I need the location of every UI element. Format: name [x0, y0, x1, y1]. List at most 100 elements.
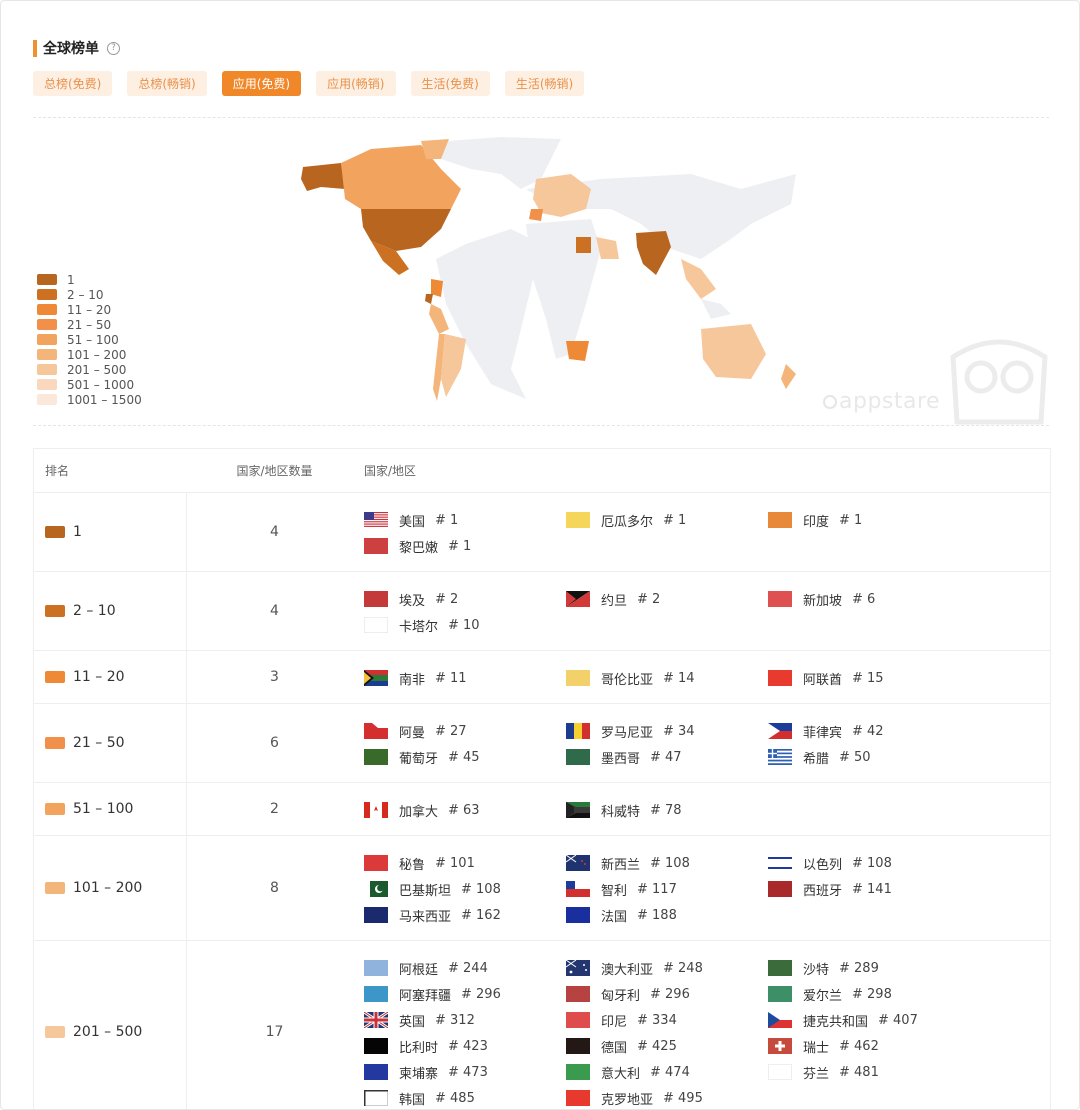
country-rank: # 63: [448, 802, 480, 818]
country-rank: # 10: [448, 617, 480, 633]
country-item-gr[interactable]: 希腊 # 50: [768, 744, 970, 770]
table-row: 201 – 500 17 阿根廷 # 244 澳大利亚 # 248 沙特 # 289 阿塞拜疆 #…: [34, 941, 1050, 1109]
country-item-kr[interactable]: 韩国 # 485: [364, 1085, 566, 1109]
country-item-kh[interactable]: 柬埔寨 # 473: [364, 1059, 566, 1085]
country-list-cell: 阿曼 # 27 罗马尼亚 # 34 菲律宾 # 42 葡萄牙 # 45 墨西哥 # 47 希腊 # 5…: [362, 704, 1050, 782]
country-item-lb[interactable]: 黎巴嫩 # 1: [364, 533, 566, 559]
country-item-pk[interactable]: 巴基斯坦 # 108: [364, 876, 566, 902]
country-rank: # 117: [637, 881, 677, 897]
country-item-be[interactable]: 比利时 # 423: [364, 1033, 566, 1059]
legend-item: 201 – 500: [37, 362, 142, 377]
country-item-ar[interactable]: 阿根廷 # 244: [364, 955, 566, 981]
country-item-ie[interactable]: 爱尔兰 # 298: [768, 981, 970, 1007]
country-item-sg[interactable]: 新加坡 # 6: [768, 586, 970, 612]
world-map[interactable]: [271, 129, 831, 421]
country-item-us[interactable]: 美国 # 1: [364, 507, 566, 533]
country-item-ec[interactable]: 厄瓜多尔 # 1: [566, 507, 768, 533]
ranking-table: 排名 国家/地区数量 国家/地区 1 4 美国 # 1 厄瓜多尔 # 1 印度 # 1 黎巴嫩 #…: [33, 448, 1051, 1109]
country-name: 法国: [601, 909, 628, 925]
country-item-qa[interactable]: 卡塔尔 # 10: [364, 612, 566, 638]
header-rank: 排名: [45, 464, 70, 478]
country-name: 黎巴嫩: [399, 540, 439, 556]
tab-5[interactable]: 生活(畅销): [504, 71, 585, 96]
flag-ca-icon: [364, 802, 388, 818]
legend-label: 501 – 1000: [67, 377, 135, 392]
country-item-my[interactable]: 马来西亚 # 162: [364, 902, 566, 928]
legend-swatch: [37, 334, 57, 345]
country-item-sa[interactable]: 沙特 # 289: [768, 955, 970, 981]
country-item-om[interactable]: 阿曼 # 27: [364, 718, 566, 744]
flag-kw-icon: [566, 802, 590, 818]
country-list-cell: 美国 # 1 厄瓜多尔 # 1 印度 # 1 黎巴嫩 # 1: [362, 493, 1050, 571]
flag-za-icon: [364, 670, 388, 686]
legend-label: 1001 – 1500: [67, 392, 142, 407]
country-item-il[interactable]: 以色列 # 108: [768, 850, 970, 876]
country-item-az[interactable]: 阿塞拜疆 # 296: [364, 981, 566, 1007]
country-item-jo[interactable]: 约旦 # 2: [566, 586, 768, 612]
tab-3[interactable]: 应用(畅销): [316, 71, 396, 96]
flag-es-icon: [768, 881, 792, 897]
flag-eg-icon: [364, 591, 388, 607]
country-name: 巴基斯坦: [399, 883, 452, 899]
country-item-ca[interactable]: 加拿大 # 63: [364, 797, 566, 823]
rank-label: 51 – 100: [73, 801, 134, 817]
country-name: 阿曼: [399, 725, 426, 741]
tab-0[interactable]: 总榜(免费): [33, 71, 113, 96]
country-item-gb[interactable]: 英国 # 312: [364, 1007, 566, 1033]
watermark: appstare: [823, 389, 940, 414]
flag-ph-icon: [768, 723, 792, 739]
country-name: 澳大利亚: [601, 962, 654, 978]
country-item-fr[interactable]: 法国 # 188: [566, 902, 768, 928]
country-item-au[interactable]: 澳大利亚 # 248: [566, 955, 768, 981]
flag-my-icon: [364, 907, 388, 923]
country-item-de[interactable]: 德国 # 425: [566, 1033, 768, 1059]
country-name: 英国: [399, 1014, 426, 1030]
country-item-nz[interactable]: 新西兰 # 108: [566, 850, 768, 876]
country-item-es[interactable]: 西班牙 # 141: [768, 876, 970, 902]
flag-co-icon: [566, 670, 590, 686]
country-item-kw[interactable]: 科威特 # 78: [566, 797, 768, 823]
country-item-pt[interactable]: 葡萄牙 # 45: [364, 744, 566, 770]
table-row: 11 – 20 3 南非 # 11 哥伦比亚 # 14 阿联酋 # 15: [34, 651, 1050, 704]
tab-4[interactable]: 生活(免费): [410, 71, 490, 96]
legend-item: 1001 – 1500: [37, 392, 142, 407]
country-item-cl[interactable]: 智利 # 117: [566, 876, 768, 902]
country-rank: # 34: [663, 723, 695, 739]
country-name: 卡塔尔: [399, 619, 439, 635]
country-item-ae[interactable]: 阿联酋 # 15: [768, 665, 970, 691]
map-region-south-africa: [566, 341, 589, 361]
rank-color-swatch: [45, 1026, 65, 1038]
country-item-hr[interactable]: 克罗地亚 # 495: [566, 1085, 768, 1109]
country-item-co[interactable]: 哥伦比亚 # 14: [566, 665, 768, 691]
country-item-hu[interactable]: 匈牙利 # 296: [566, 981, 768, 1007]
rank-label: 21 – 50: [73, 735, 125, 751]
country-name: 印尼: [601, 1014, 628, 1030]
country-rank: # 296: [650, 986, 690, 1002]
tab-1[interactable]: 总榜(畅销): [127, 71, 207, 96]
rank-color-swatch: [45, 803, 65, 815]
country-rank: # 188: [637, 907, 677, 923]
country-item-cz[interactable]: 捷克共和国 # 407: [768, 1007, 970, 1033]
country-item-mx[interactable]: 墨西哥 # 47: [566, 744, 768, 770]
country-item-ch[interactable]: 瑞士 # 462: [768, 1033, 970, 1059]
country-rank: # 474: [650, 1064, 690, 1080]
country-item-ph[interactable]: 菲律宾 # 42: [768, 718, 970, 744]
table-row: 21 – 50 6 阿曼 # 27 罗马尼亚 # 34 菲律宾 # 42 葡萄牙 # 45 墨西哥 #…: [34, 704, 1050, 783]
flag-fi-icon: [768, 1064, 792, 1080]
country-item-za[interactable]: 南非 # 11: [364, 665, 566, 691]
country-name: 葡萄牙: [399, 751, 439, 767]
country-item-id[interactable]: 印尼 # 334: [566, 1007, 768, 1033]
rank-cell: 11 – 20: [34, 651, 187, 703]
tab-2[interactable]: 应用(免费): [221, 71, 302, 96]
legend-swatch: [37, 364, 57, 375]
country-rank: # 407: [878, 1012, 918, 1028]
country-item-pe[interactable]: 秘鲁 # 101: [364, 850, 566, 876]
country-item-fi[interactable]: 芬兰 # 481: [768, 1059, 970, 1085]
country-item-ro[interactable]: 罗马尼亚 # 34: [566, 718, 768, 744]
country-item-in[interactable]: 印度 # 1: [768, 507, 970, 533]
rank-color-swatch: [45, 882, 65, 894]
country-rank: # 248: [663, 960, 703, 976]
country-item-it[interactable]: 意大利 # 474: [566, 1059, 768, 1085]
help-circle-icon[interactable]: ?: [107, 41, 120, 55]
country-item-eg[interactable]: 埃及 # 2: [364, 586, 566, 612]
